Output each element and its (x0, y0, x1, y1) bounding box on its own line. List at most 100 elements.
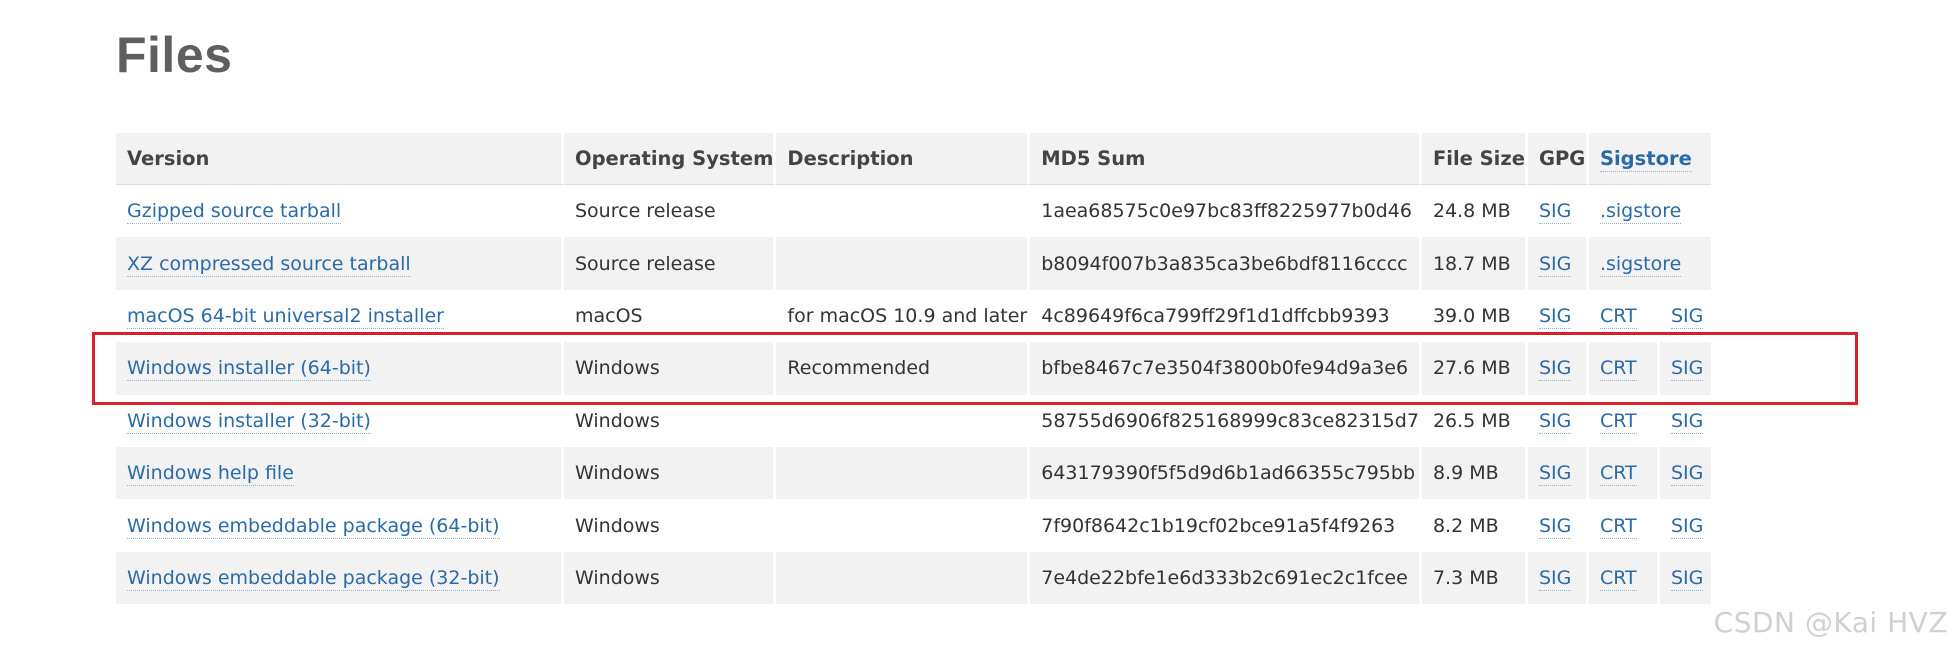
description-cell: for macOS 10.9 and later (776, 289, 1031, 343)
sigstore-sig-link[interactable]: SIG (1670, 304, 1704, 329)
header-version: Version (116, 133, 564, 185)
files-table: Version Operating System Description MD5… (116, 133, 1711, 605)
version-cell: Windows installer (64-bit) (116, 342, 564, 395)
version-cell: macOS 64-bit universal2 installer (116, 289, 564, 343)
sigstore-sig-link[interactable]: SIG (1670, 514, 1704, 539)
md5-cell: 7e4de22bfe1e6d333b2c691ec2c1fcee (1030, 551, 1422, 605)
sigstore-crt-cell: CRT (1589, 289, 1660, 343)
sigstore-crt-cell: CRT (1589, 394, 1660, 447)
version-cell: XZ compressed source tarball (116, 237, 564, 290)
sigstore-crt-link[interactable]: CRT (1599, 462, 1637, 487)
file-size-cell: 24.8 MB (1422, 185, 1528, 238)
download-link[interactable]: Windows embeddable package (32-bit) (127, 566, 500, 591)
md5-cell: 58755d6906f825168999c83ce82315d7 (1030, 394, 1422, 447)
page-title: Files (116, 27, 233, 83)
description-cell (776, 185, 1031, 238)
file-size-cell: 26.5 MB (1422, 394, 1528, 447)
gpg-cell: SIG (1528, 289, 1589, 343)
download-link[interactable]: macOS 64-bit universal2 installer (127, 304, 444, 329)
gpg-sig-link[interactable]: SIG (1538, 566, 1572, 591)
download-link[interactable]: Windows installer (32-bit) (127, 409, 371, 434)
download-link[interactable]: Windows installer (64-bit) (127, 357, 371, 382)
gpg-sig-link[interactable]: SIG (1538, 304, 1572, 329)
sigstore-crt-cell: CRT (1589, 342, 1660, 395)
gpg-cell: SIG (1528, 342, 1589, 395)
gpg-cell: SIG (1528, 185, 1589, 238)
sigstore-sig-link[interactable]: SIG (1670, 357, 1704, 382)
description-cell (776, 237, 1031, 290)
os-cell: Source release (564, 185, 777, 238)
file-size-cell: 39.0 MB (1422, 289, 1528, 343)
gpg-cell: SIG (1528, 446, 1589, 500)
gpg-cell: SIG (1528, 551, 1589, 605)
file-size-cell: 8.2 MB (1422, 499, 1528, 552)
sigstore-crt-link[interactable]: CRT (1599, 514, 1637, 539)
downloads-page: Files Version Operating System Descripti… (0, 0, 1958, 653)
version-cell: Windows embeddable package (32-bit) (116, 551, 564, 605)
description-cell: Recommended (776, 342, 1031, 395)
version-cell: Windows embeddable package (64-bit) (116, 499, 564, 552)
file-size-cell: 18.7 MB (1422, 237, 1528, 290)
gpg-sig-link[interactable]: SIG (1538, 409, 1572, 434)
header-description: Description (776, 133, 1031, 185)
md5-cell: 643179390f5f5d9d6b1ad66355c795bb (1030, 446, 1422, 500)
md5-cell: bfbe8467c7e3504f3800b0fe94d9a3e6 (1030, 342, 1422, 395)
sigstore-crt-link[interactable]: CRT (1599, 409, 1637, 434)
md5-cell: 7f90f8642c1b19cf02bce91a5f4f9263 (1030, 499, 1422, 552)
sigstore-crt-cell: CRT (1589, 551, 1660, 605)
header-file-size: File Size (1421, 133, 1528, 185)
file-size-cell: 7.3 MB (1422, 551, 1528, 605)
md5-cell: b8094f007b3a835ca3be6bdf8116cccc (1030, 237, 1422, 290)
header-gpg: GPG (1527, 133, 1589, 185)
download-link[interactable]: Windows help file (127, 462, 294, 487)
table-row: Windows installer (64-bit) Windows Recomme… (116, 342, 1711, 395)
os-cell: Windows (564, 551, 777, 605)
gpg-cell: SIG (1528, 499, 1589, 552)
download-link[interactable]: Windows embeddable package (64-bit) (127, 514, 500, 539)
sigstore-crt-cell: CRT (1589, 446, 1660, 500)
os-cell: Windows (564, 446, 777, 500)
gpg-sig-link[interactable]: SIG (1538, 514, 1572, 539)
table-header-row: Version Operating System Description MD5… (116, 133, 1711, 185)
download-link[interactable]: XZ compressed source tarball (127, 252, 411, 277)
header-sigstore: Sigstore (1588, 133, 1711, 185)
gpg-sig-link[interactable]: SIG (1538, 200, 1572, 225)
version-cell: Gzipped source tarball (116, 185, 564, 238)
sigstore-bundle-link[interactable]: .sigstore (1599, 200, 1682, 225)
md5-cell: 4c89649f6ca799ff29f1d1dffcbb9393 (1030, 289, 1422, 343)
sigstore-sig-cell: SIG (1660, 499, 1711, 551)
os-cell: Windows (564, 394, 777, 447)
version-cell: Windows installer (32-bit) (116, 394, 564, 447)
gpg-sig-link[interactable]: SIG (1538, 357, 1572, 382)
sigstore-header-link[interactable]: Sigstore (1599, 147, 1692, 172)
os-cell: macOS (564, 289, 777, 343)
os-cell: Source release (564, 237, 777, 290)
sigstore-cell: .sigstore (1589, 237, 1711, 289)
os-cell: Windows (564, 342, 777, 395)
gpg-sig-link[interactable]: SIG (1538, 462, 1572, 487)
sigstore-crt-link[interactable]: CRT (1599, 304, 1637, 329)
sigstore-sig-cell: SIG (1660, 552, 1711, 604)
gpg-cell: SIG (1528, 237, 1589, 290)
table-row: macOS 64-bit universal2 installer macOS fo… (116, 289, 1711, 343)
sigstore-sig-cell: SIG (1660, 290, 1711, 342)
header-operating-system: Operating System (564, 133, 777, 185)
watermark: CSDN @Kai HVZ (1713, 606, 1948, 639)
download-link[interactable]: Gzipped source tarball (127, 200, 342, 225)
sigstore-crt-link[interactable]: CRT (1599, 566, 1637, 591)
table-row: Windows embeddable package (64-bit) Windo… (116, 499, 1711, 552)
sigstore-sig-link[interactable]: SIG (1670, 409, 1704, 434)
sigstore-crt-link[interactable]: CRT (1599, 357, 1637, 382)
table-row: Windows installer (32-bit) Windows 58755d6… (116, 394, 1711, 447)
table-row: Gzipped source tarball Source release 1aea… (116, 185, 1711, 238)
sigstore-sig-link[interactable]: SIG (1670, 462, 1704, 487)
sigstore-sig-cell: SIG (1660, 342, 1711, 394)
sigstore-sig-link[interactable]: SIG (1670, 566, 1704, 591)
gpg-sig-link[interactable]: SIG (1538, 252, 1572, 277)
description-cell (776, 499, 1031, 552)
sigstore-sig-cell: SIG (1660, 395, 1711, 447)
description-cell (776, 551, 1031, 605)
sigstore-bundle-link[interactable]: .sigstore (1599, 252, 1682, 277)
gpg-cell: SIG (1528, 394, 1589, 447)
sigstore-crt-cell: CRT (1589, 499, 1660, 552)
